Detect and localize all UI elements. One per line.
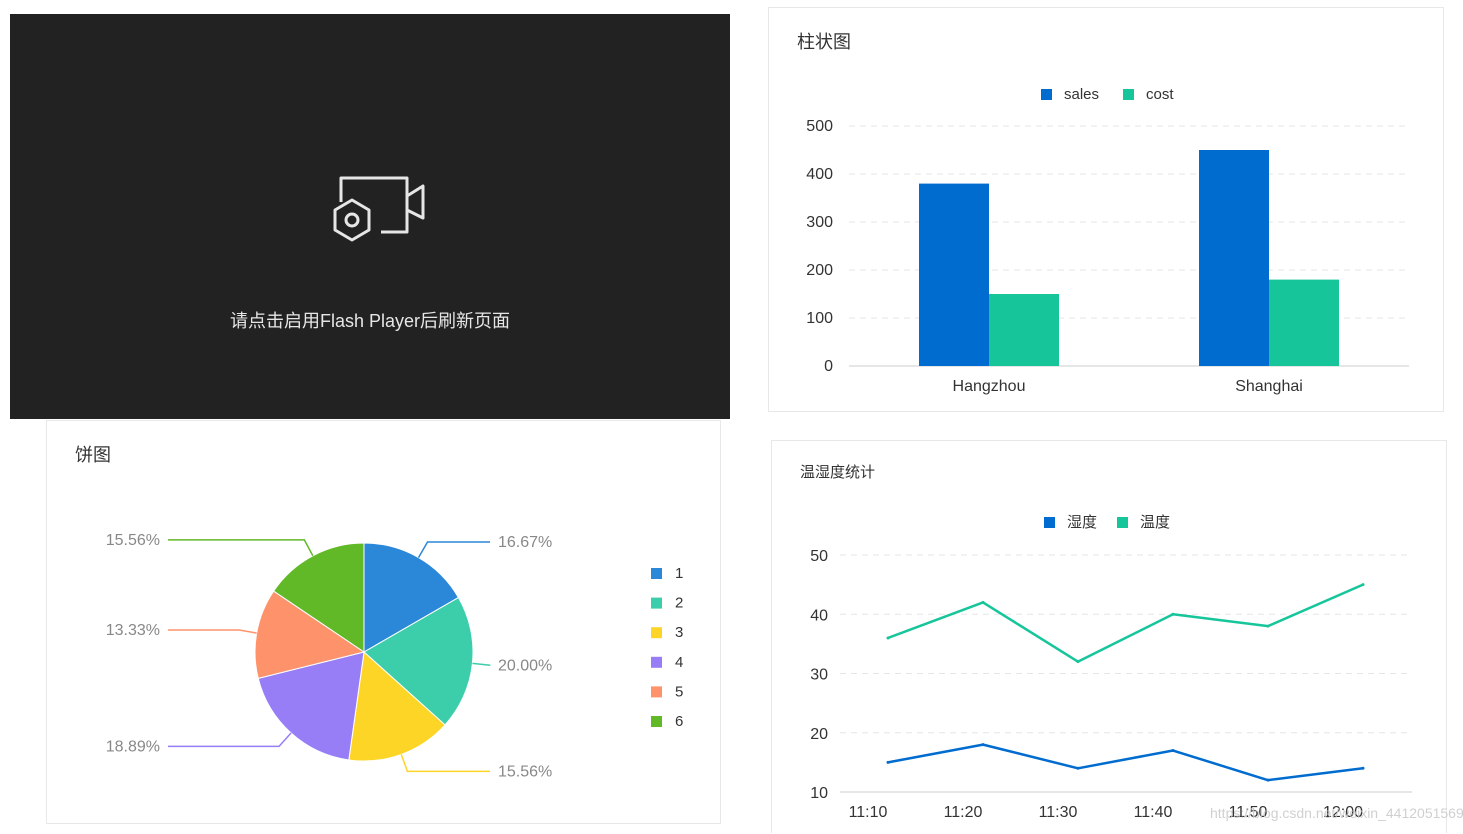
y-tick-label: 0: [824, 358, 833, 375]
pie-leader-line: [168, 539, 314, 557]
legend-swatch-sales: [1041, 89, 1052, 100]
pie-leader-line: [168, 732, 292, 748]
bar-chart: 0 100 200 300 400 500 sales cost Hangzhou Shangha…: [806, 86, 1409, 395]
x-tick-label: Hangzhou: [953, 378, 1026, 395]
legend-swatch-3: [651, 627, 662, 639]
bar-sales-Hangzhou: [919, 183, 989, 366]
pie-percent-label: 20.00%: [498, 657, 552, 674]
line-point-湿度: [1266, 778, 1270, 782]
y-tick-label: 40: [810, 607, 828, 624]
line-point-湿度: [1361, 766, 1365, 770]
line-point-温度: [1361, 583, 1365, 587]
x-tick-label: 11:20: [944, 804, 983, 821]
legend-swatch-湿度: [1044, 517, 1055, 528]
y-tick-label: 10: [810, 785, 828, 802]
pie-leader-line: [168, 629, 257, 634]
x-tick-label: 11:10: [849, 804, 888, 821]
pie-percent-label: 18.89%: [106, 738, 160, 755]
y-tick-label: 300: [806, 214, 833, 231]
pie-chart: 16.67% 20.00% 15.56% 18.89% 13.33% 15.56% 1 2 3 4…: [106, 532, 684, 780]
line-chart: 1020304050湿度 温度11:10 11:20 11:30 11:40 11:50 1…: [810, 514, 1412, 821]
legend-label-6: 6: [675, 713, 683, 730]
pie-leader-line: [472, 662, 491, 667]
line-point-温度: [1076, 660, 1080, 664]
y-tick-label: 20: [810, 726, 828, 743]
pie-leader-line: [400, 754, 490, 773]
line-series-湿度: [887, 743, 1364, 782]
y-tick-label: 50: [810, 548, 828, 565]
watermark: https://blog.csdn.net/weixin_44120515692: [1210, 805, 1463, 821]
line-point-湿度: [1171, 749, 1175, 753]
pie-percent-label: 16.67%: [498, 534, 552, 551]
y-tick-label: 30: [810, 667, 828, 684]
y-tick-label: 200: [806, 262, 833, 279]
pie-percent-label: 13.33%: [106, 622, 160, 639]
pie-chart-card: 饼图 16.67% 20.00% 15.56% 18.89% 13.33% 15.56% 1…: [46, 420, 721, 824]
legend-label-1: 1: [675, 565, 683, 582]
pie-percent-label: 15.56%: [106, 532, 160, 549]
x-tick-label: 11:30: [1039, 804, 1078, 821]
x-tick-label: Shanghai: [1235, 378, 1303, 395]
line-point-温度: [981, 600, 985, 604]
legend-label-2: 2: [675, 595, 683, 612]
legend-swatch-2: [651, 597, 662, 609]
line-chart-card: 温湿度统计 10 20 30 40 50 湿度 温度 11:10 11:20 11:30 11:40…: [771, 440, 1447, 833]
line-point-湿度: [886, 760, 890, 764]
camera-plugin-icon: [333, 176, 425, 242]
y-tick-label: 400: [806, 166, 833, 183]
legend-swatch-4: [651, 656, 662, 668]
legend-swatch-温度: [1117, 517, 1128, 528]
pie-leader-line: [417, 541, 490, 558]
line-point-湿度: [1076, 766, 1080, 770]
flash-placeholder[interactable]: 请点击启用Flash Player后刷新页面: [10, 14, 730, 419]
line-point-温度: [886, 636, 890, 640]
y-tick-label: 100: [806, 310, 833, 327]
line-point-温度: [1171, 612, 1175, 616]
legend-label-5: 5: [675, 683, 683, 700]
bar-sales-Shanghai: [1199, 150, 1269, 366]
x-tick-label: 11:40: [1134, 804, 1173, 821]
legend-label-温度: 温度: [1140, 514, 1170, 531]
bar-cost-Hangzhou: [989, 294, 1059, 366]
pie-percent-label: 15.56%: [498, 763, 552, 780]
line-point-湿度: [981, 743, 985, 747]
legend-swatch-cost: [1123, 89, 1134, 100]
legend-swatch-5: [651, 686, 662, 698]
legend-label-4: 4: [675, 654, 683, 671]
legend-swatch-1: [651, 568, 662, 579]
legend-label-3: 3: [675, 624, 683, 641]
legend-label-cost: cost: [1146, 86, 1174, 103]
bar-chart-card: 柱状图 0 100 200 300 400 500 sales cost Hangzhou Sha…: [768, 7, 1444, 412]
legend-swatch-6: [651, 716, 662, 727]
line-point-温度: [1266, 624, 1270, 628]
flash-enable-message[interactable]: 请点击启用Flash Player后刷新页面: [10, 307, 730, 333]
line-series-温度: [887, 583, 1364, 663]
y-tick-label: 500: [806, 118, 833, 135]
legend-label-sales: sales: [1064, 86, 1099, 103]
bar-cost-Shanghai: [1269, 279, 1339, 366]
legend-label-湿度: 湿度: [1067, 514, 1097, 531]
